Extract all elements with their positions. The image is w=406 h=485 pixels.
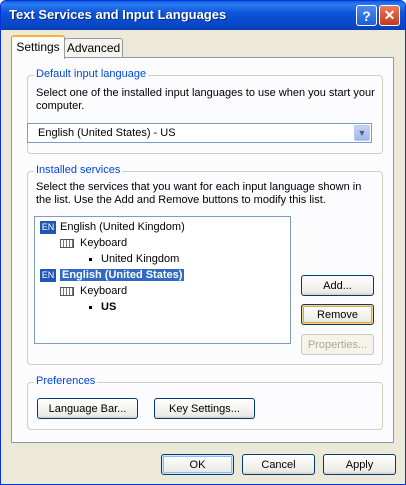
close-button[interactable]: ✕ bbox=[379, 5, 400, 26]
installed-services-legend: Installed services bbox=[34, 164, 123, 176]
tree-item-label: English (United Kingdom) bbox=[60, 221, 185, 233]
apply-button[interactable]: Apply bbox=[323, 454, 396, 475]
cancel-button[interactable]: Cancel bbox=[242, 454, 315, 475]
language-badge: EN bbox=[40, 220, 56, 234]
default-language-value: English (United States) - US bbox=[38, 127, 176, 139]
keyboard-icon bbox=[60, 286, 74, 296]
ok-button[interactable]: OK bbox=[161, 454, 234, 475]
bullet-icon bbox=[89, 305, 92, 309]
help-icon: ? bbox=[362, 7, 371, 24]
window-title: Text Services and Input Languages bbox=[9, 7, 227, 22]
tree-item-label: Keyboard bbox=[80, 285, 128, 297]
language-badge: EN bbox=[40, 268, 56, 282]
tree-item-label: English (United States) bbox=[60, 269, 185, 281]
default-language-select[interactable]: English (United States) - US ▼ bbox=[27, 123, 372, 143]
add-button[interactable]: Add... bbox=[301, 275, 374, 296]
preferences-legend: Preferences bbox=[34, 375, 98, 387]
tree-item-label: Keyboard bbox=[80, 237, 128, 249]
tree-item-label: US bbox=[101, 301, 117, 313]
tree-item-layout[interactable]: United Kingdom bbox=[89, 252, 179, 267]
default-input-language-description: Select one of the installed input langua… bbox=[36, 87, 375, 112]
chevron-down-icon[interactable]: ▼ bbox=[354, 125, 370, 141]
installed-services-tree[interactable]: EN English (United Kingdom) Keyboard Unit… bbox=[34, 216, 291, 344]
close-icon: ✕ bbox=[383, 7, 396, 23]
tree-item-service[interactable]: Keyboard bbox=[60, 236, 127, 251]
tree-item-service[interactable]: Keyboard bbox=[60, 284, 127, 299]
properties-button[interactable]: Properties... bbox=[301, 334, 374, 355]
dialog-window: Text Services and Input Languages ? ✕ Se… bbox=[0, 0, 406, 485]
keyboard-icon bbox=[60, 238, 74, 248]
remove-button[interactable]: Remove bbox=[301, 304, 374, 325]
help-button[interactable]: ? bbox=[356, 5, 377, 26]
tab-advanced[interactable]: Advanced bbox=[64, 38, 123, 58]
tree-item-layout[interactable]: US bbox=[89, 300, 116, 315]
tree-item-label: United Kingdom bbox=[101, 253, 180, 265]
language-bar-button[interactable]: Language Bar... bbox=[37, 398, 138, 419]
title-bar[interactable]: Text Services and Input Languages ? ✕ bbox=[1, 1, 405, 30]
installed-services-description: Select the services that you want for ea… bbox=[36, 181, 362, 206]
tree-item-language[interactable]: EN English (United Kingdom) bbox=[40, 220, 185, 235]
tab-settings[interactable]: Settings bbox=[11, 35, 65, 59]
tree-item-language-selected[interactable]: EN English (United States) bbox=[40, 268, 185, 283]
default-input-language-legend: Default input language bbox=[34, 68, 149, 80]
key-settings-button[interactable]: Key Settings... bbox=[154, 398, 255, 419]
bullet-icon bbox=[89, 257, 92, 261]
